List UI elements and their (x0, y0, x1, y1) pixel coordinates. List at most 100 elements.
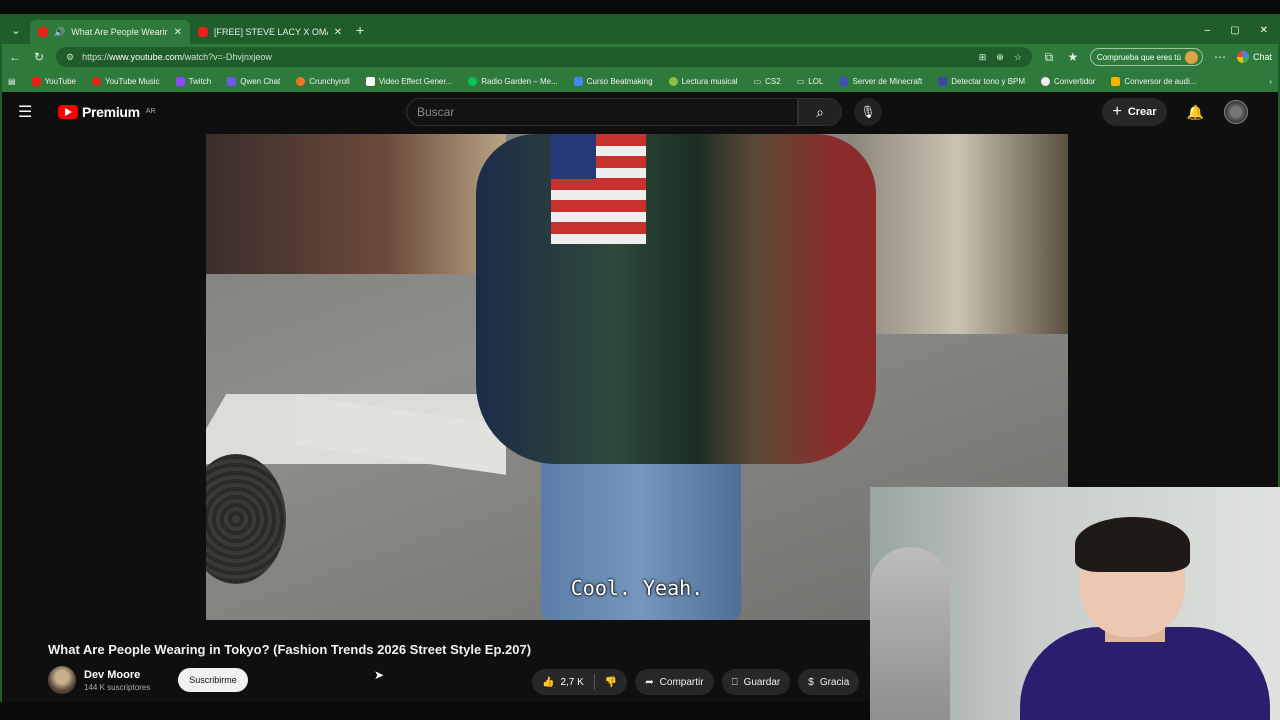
chat-button[interactable]: Chat (1236, 51, 1272, 63)
gemini-icon (1236, 51, 1249, 63)
channel-row: Dev Moore 144 K suscriptores Suscribirme (48, 666, 248, 694)
channel-avatar[interactable] (48, 666, 76, 694)
bookmark-curso-beatmaking[interactable]: Curso Beatmaking (573, 76, 653, 86)
qwen-icon (227, 76, 237, 86)
bookmark-minecraft[interactable]: Server de Minecraft (839, 76, 922, 86)
video-scene-jacket (476, 134, 876, 464)
folder-icon: ▭ (796, 76, 805, 86)
share-button[interactable]: ➦ Compartir (635, 669, 714, 695)
bookmark-qwen-chat[interactable]: Qwen Chat (227, 76, 280, 86)
tab-bar: ⌄ 🔊 What Are People Wearing in T ✕ [FREE… (2, 16, 1278, 44)
save-label: Guardar (743, 676, 781, 688)
region-code: AR (145, 108, 156, 115)
notifications-bell-icon[interactable]: 🔔 (1187, 104, 1204, 121)
youtube-premium-logo[interactable]: Premium AR (58, 104, 156, 120)
video-scene-storefront-left (206, 134, 506, 274)
new-tab-button[interactable]: + (356, 22, 364, 38)
tono-bpm-icon (938, 76, 948, 86)
bookmark-twitch[interactable]: Twitch (175, 76, 211, 86)
password-check-label: Comprueba que eres tú (1096, 52, 1181, 62)
bookmark-youtube-music[interactable]: YouTube Music (92, 76, 160, 86)
plus-icon: + (1112, 103, 1122, 120)
reload-icon[interactable]: ↻ (32, 50, 46, 64)
speaker-icon[interactable]: 🔊 (54, 27, 65, 38)
share-arrow-icon: ➦ (645, 676, 654, 688)
favorites-icon[interactable]: ★ (1066, 50, 1080, 64)
channel-info: Dev Moore 144 K suscriptores (84, 669, 150, 692)
tab-inactive[interactable]: [FREE] STEVE LACY X OMAR APOL ✕ (190, 20, 350, 44)
convertidor-icon (1041, 76, 1051, 86)
address-bar[interactable]: ⚙ https://www.youtube.com/watch?v=-Dhvjn… (56, 47, 1032, 67)
menu-icon[interactable]: ☰ (18, 102, 44, 122)
beatmaking-icon (573, 76, 583, 86)
bookmarks-overflow-icon[interactable]: › (1269, 77, 1272, 86)
bookmark-lectura-musical[interactable]: Lectura musical (668, 76, 738, 86)
youtube-music-icon (92, 76, 101, 86)
save-button[interactable]: ⎕ Guardar (721, 669, 791, 695)
account-avatar[interactable] (1224, 100, 1248, 124)
thumbs-up-icon: 👍 (542, 676, 555, 688)
profile-avatar (1184, 50, 1198, 64)
more-menu-icon[interactable]: ⋯ (1213, 50, 1227, 64)
minimize-button[interactable]: – (1205, 25, 1211, 36)
channel-name[interactable]: Dev Moore (84, 669, 150, 681)
lectura-musical-icon (668, 76, 678, 86)
site-info-icon[interactable]: ⚙ (66, 52, 74, 63)
subscriber-count: 144 K suscriptores (84, 682, 151, 692)
bookmark-convertidor[interactable]: Convertidor (1041, 76, 1095, 86)
chat-label: Chat (1252, 52, 1272, 62)
bookmark-detectar-tono[interactable]: Detectar tono y BPM (938, 76, 1025, 86)
search-input[interactable] (417, 105, 797, 119)
thanks-button[interactable]: $ Gracia (798, 669, 860, 695)
close-tab-icon[interactable]: ✕ (174, 27, 182, 38)
address-bar-icons: ⊞ ⊕ ☆ (979, 52, 1022, 63)
bookmark-folder-lol[interactable]: ▭ LOL (797, 77, 824, 86)
thanks-label: Gracia (819, 676, 850, 688)
folder-icon: ▭ (753, 76, 762, 86)
bookmark-crunchyroll[interactable]: Crunchyroll (296, 76, 350, 86)
youtube-favicon-icon (198, 27, 208, 37)
search-box[interactable] (406, 98, 798, 126)
tab-active[interactable]: 🔊 What Are People Wearing in T ✕ (30, 20, 190, 44)
bookmark-icon: ⎕ (731, 676, 738, 688)
microphone-stand (870, 547, 950, 720)
voice-search-button[interactable]: 🎙 (854, 98, 882, 126)
search-button[interactable]: ⌕ (798, 98, 842, 126)
close-window-button[interactable]: ✕ (1260, 25, 1268, 36)
streamer-figure (1020, 517, 1270, 720)
bookmark-star-icon[interactable]: ☆ (1014, 52, 1022, 63)
back-arrow-icon[interactable]: ← (8, 50, 22, 64)
tab-title: [FREE] STEVE LACY X OMAR APOL (214, 27, 328, 37)
bookmark-radio-garden[interactable]: Radio Garden – Me... (468, 76, 558, 86)
bookmark-conversor-audio[interactable]: Conversor de audi... (1111, 76, 1196, 86)
password-check-pill[interactable]: Comprueba que eres tú (1089, 48, 1203, 66)
window-controls: – ▢ ✕ (1205, 25, 1278, 36)
close-tab-icon[interactable]: ✕ (334, 27, 342, 38)
subscribe-button[interactable]: Suscribirme (178, 668, 248, 692)
video-scene-flag-patch (551, 134, 646, 244)
url-text: https://www.youtube.com/watch?v=-Dhvjnxj… (82, 52, 272, 62)
bookmark-folder-cs2[interactable]: ▭ CS2 (754, 77, 781, 86)
zoom-icon[interactable]: ⊕ (996, 52, 1004, 63)
extensions-icon[interactable]: ⧉ (1042, 50, 1056, 65)
logo-text: Premium (82, 104, 140, 120)
tab-title: What Are People Wearing in T (71, 27, 168, 37)
youtube-favicon-icon (38, 27, 48, 37)
super-thanks-icon: $ (808, 676, 814, 688)
video-title: What Are People Wearing in Tokyo? (Fashi… (48, 642, 532, 657)
tab-search-button[interactable]: ⌄ (2, 16, 30, 44)
radio-garden-icon (468, 76, 478, 86)
bookmark-youtube[interactable]: YouTube (31, 76, 76, 86)
bookmark-video-effect[interactable]: Video Effect Gener... (365, 76, 452, 86)
dislike-button[interactable]: 👎 (595, 677, 627, 688)
share-label: Compartir (659, 676, 704, 688)
like-button[interactable]: 👍 2,7 K (532, 677, 594, 688)
create-button[interactable]: + Crear (1102, 98, 1167, 126)
install-app-icon[interactable]: ⊞ (979, 52, 987, 63)
apps-icon[interactable]: ▤ (8, 77, 16, 86)
maximize-button[interactable]: ▢ (1230, 25, 1239, 36)
streamer-hair (1075, 517, 1190, 572)
header-actions: + Crear 🔔 (1102, 98, 1248, 126)
thumbs-down-icon: 👎 (604, 676, 618, 688)
youtube-header: ☰ Premium AR ⌕ 🎙 + Crear 🔔 (2, 92, 1278, 132)
